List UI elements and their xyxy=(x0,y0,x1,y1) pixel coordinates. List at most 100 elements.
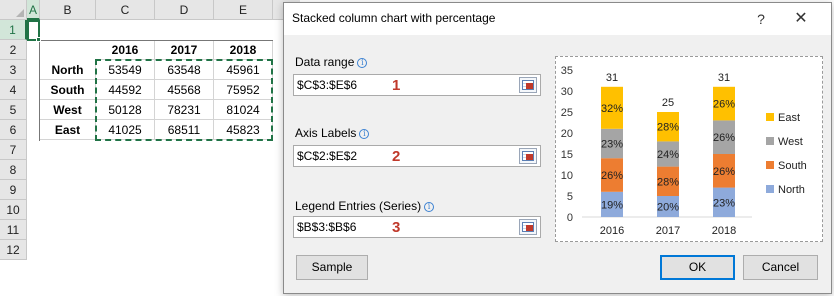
cell-value[interactable]: 63548 xyxy=(155,60,214,80)
info-icon[interactable]: i xyxy=(424,202,435,212)
legend-swatch-west xyxy=(766,137,774,145)
x-tick-label: 2016 xyxy=(600,225,624,237)
data-label: 23% xyxy=(601,139,623,151)
data-range-field[interactable]: 1 xyxy=(293,74,541,96)
axis-labels-label-text: Axis Labels xyxy=(295,126,357,140)
y-tick-label: 10 xyxy=(561,170,573,182)
cell-value[interactable]: 53549 xyxy=(96,60,155,80)
row-header-2[interactable]: 2 xyxy=(0,40,27,60)
legend-entries-label-text: Legend Entries (Series) xyxy=(295,199,422,213)
stacked-chart-dialog: Stacked column chart with percentage ? ✕… xyxy=(283,2,832,294)
y-tick-label: 5 xyxy=(567,191,573,203)
column-header-c[interactable]: C xyxy=(96,0,155,20)
total-label: 31 xyxy=(606,72,618,84)
y-tick-label: 35 xyxy=(561,65,573,77)
select-all-icon xyxy=(16,9,24,17)
y-tick-label: 0 xyxy=(567,212,573,224)
row-header-8[interactable]: 8 xyxy=(0,160,27,180)
cell-year-2016[interactable]: 2016 xyxy=(96,40,155,60)
legend-entries-label: Legend Entries (Series) i xyxy=(295,199,435,213)
dialog-title: Stacked column chart with percentage xyxy=(292,11,496,25)
range-select-icon[interactable] xyxy=(519,77,537,93)
x-tick-label: 2018 xyxy=(712,225,736,237)
y-tick-label: 30 xyxy=(561,86,573,98)
row-header-7[interactable]: 7 xyxy=(0,140,27,160)
step-badge-1: 1 xyxy=(392,77,401,94)
range-select-icon[interactable] xyxy=(519,219,537,235)
stacked-column-chart: 0 5 10 15 20 25 30 35 19% 26% 23% 32% 31 2016 20% 28% 24… xyxy=(561,65,807,237)
cell-value[interactable]: 45961 xyxy=(214,60,273,80)
info-icon[interactable]: i xyxy=(359,129,370,139)
legend-entries-input[interactable] xyxy=(297,219,507,235)
data-label: 24% xyxy=(657,149,679,161)
legend-label: South xyxy=(778,160,807,172)
row-header-5[interactable]: 5 xyxy=(0,100,27,120)
row-header-11[interactable]: 11 xyxy=(0,220,27,240)
spreadsheet-grid: A B C D E 1 2 3 4 5 6 7 8 9 10 11 12 201… xyxy=(0,0,300,296)
legend-label: West xyxy=(778,136,803,148)
range-select-icon[interactable] xyxy=(519,148,537,164)
y-tick-label: 25 xyxy=(561,107,573,119)
cell-region-west[interactable]: West xyxy=(40,100,96,120)
cell-value[interactable]: 68511 xyxy=(155,120,214,140)
cell-value[interactable]: 81024 xyxy=(214,100,273,120)
column-header-d[interactable]: D xyxy=(155,0,214,20)
column-header-a[interactable]: A xyxy=(27,0,40,20)
dialog-titlebar[interactable]: Stacked column chart with percentage ? ✕ xyxy=(284,3,831,35)
row-header-12[interactable]: 12 xyxy=(0,240,27,260)
cell-value[interactable]: 45823 xyxy=(214,120,273,140)
total-label: 25 xyxy=(662,97,674,109)
cell-region-east[interactable]: East xyxy=(40,120,96,140)
data-label: 26% xyxy=(601,170,623,182)
legend-swatch-east xyxy=(766,113,774,121)
column-header-b[interactable]: B xyxy=(40,0,96,20)
data-range-label: Data range i xyxy=(295,55,368,69)
axis-labels-label: Axis Labels i xyxy=(295,126,370,140)
close-button[interactable]: ✕ xyxy=(790,8,812,30)
data-label: 19% xyxy=(601,199,623,211)
cell-value[interactable]: 75952 xyxy=(214,80,273,100)
select-all-corner[interactable] xyxy=(0,0,27,20)
legend-label: East xyxy=(778,112,800,124)
legend-entries-field[interactable]: 3 xyxy=(293,216,541,238)
row-header-4[interactable]: 4 xyxy=(0,80,27,100)
cell-value[interactable]: 44592 xyxy=(96,80,155,100)
cell-year-2018[interactable]: 2018 xyxy=(214,40,273,60)
data-label: 23% xyxy=(713,197,735,209)
info-icon[interactable]: i xyxy=(357,58,368,68)
row-header-10[interactable]: 10 xyxy=(0,200,27,220)
data-label: 26% xyxy=(713,99,735,111)
cell-region-south[interactable]: South xyxy=(40,80,96,100)
axis-labels-field[interactable]: 2 xyxy=(293,145,541,167)
row-header-1[interactable]: 1 xyxy=(0,20,27,40)
cancel-button[interactable]: Cancel xyxy=(743,255,818,280)
cell-value[interactable]: 41025 xyxy=(96,120,155,140)
step-badge-2: 2 xyxy=(392,148,401,165)
total-label: 31 xyxy=(718,72,730,84)
chart-preview: 0 5 10 15 20 25 30 35 19% 26% 23% 32% 31 2016 20% 28% 24… xyxy=(555,56,823,242)
cell-value[interactable]: 78231 xyxy=(155,100,214,120)
data-label: 26% xyxy=(713,166,735,178)
data-label: 28% xyxy=(657,122,679,134)
cell-value[interactable]: 45568 xyxy=(155,80,214,100)
column-header-e[interactable]: E xyxy=(214,0,273,20)
cell-region-north[interactable]: North xyxy=(40,60,96,80)
data-label: 20% xyxy=(657,202,679,214)
data-range-input[interactable] xyxy=(297,77,507,93)
sample-button[interactable]: Sample xyxy=(296,255,368,280)
step-badge-3: 3 xyxy=(392,219,401,236)
row-header-6[interactable]: 6 xyxy=(0,120,27,140)
axis-labels-input[interactable] xyxy=(297,148,507,164)
data-label: 32% xyxy=(601,103,623,115)
legend-swatch-south xyxy=(766,161,774,169)
help-button[interactable]: ? xyxy=(750,8,772,30)
data-label: 28% xyxy=(657,176,679,188)
row-header-3[interactable]: 3 xyxy=(0,60,27,80)
y-tick-label: 15 xyxy=(561,149,573,161)
data-range-label-text: Data range xyxy=(295,55,355,69)
fill-handle[interactable] xyxy=(36,37,41,42)
cell-value[interactable]: 50128 xyxy=(96,100,155,120)
row-header-9[interactable]: 9 xyxy=(0,180,27,200)
ok-button[interactable]: OK xyxy=(660,255,735,280)
cell-year-2017[interactable]: 2017 xyxy=(155,40,214,60)
